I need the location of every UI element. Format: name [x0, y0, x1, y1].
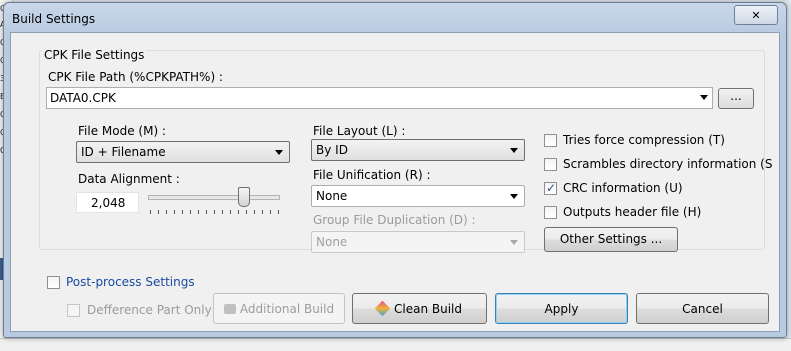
file-unification-label: File Unification (R) : [313, 168, 431, 182]
slider-tick [246, 210, 247, 214]
difference-part-only-label: Defference Part Only [87, 303, 212, 317]
slider-tick [262, 210, 263, 214]
slider-ticks [150, 210, 280, 216]
file-mode-value: ID + Filename [81, 145, 166, 159]
chevron-down-icon [510, 194, 518, 199]
clean-build-icon [374, 300, 391, 317]
data-alignment-label: Data Alignment : [78, 172, 180, 186]
file-layout-label: File Layout (L) : [313, 124, 406, 138]
data-alignment-slider-thumb[interactable] [238, 187, 250, 207]
chevron-down-icon [510, 148, 518, 153]
clean-build-label: Clean Build [394, 302, 462, 316]
difference-part-only-checkbox [67, 304, 80, 317]
file-layout-value: By ID [316, 143, 348, 157]
file-unification-select[interactable]: None [311, 185, 525, 207]
slider-tick [174, 210, 175, 214]
other-settings-button[interactable]: Other Settings ... [544, 227, 678, 252]
chevron-down-icon[interactable] [700, 95, 708, 100]
data-alignment-slider-track[interactable] [148, 195, 280, 200]
slider-tick [230, 210, 231, 214]
slider-tick [198, 210, 199, 214]
additional-build-label: Additional Build [239, 302, 335, 316]
slider-tick [206, 210, 207, 214]
group-file-duplication-select: None [311, 231, 525, 253]
cpk-path-input[interactable]: DATA0.CPK [46, 87, 713, 109]
file-layout-select[interactable]: By ID [311, 139, 525, 161]
slider-tick [254, 210, 255, 214]
group-file-duplication-label: Group File Duplication (D) : [313, 213, 476, 227]
scrambles-directory-checkbox[interactable] [544, 158, 557, 171]
title-bar: Build Settings ✕ [4, 3, 786, 33]
slider-tick [238, 210, 239, 214]
slider-tick [150, 210, 151, 214]
scrambles-directory-label: Scrambles directory information (S [563, 157, 773, 171]
crc-information-label: CRC information (U) [563, 181, 683, 195]
post-process-label[interactable]: Post-process Settings [66, 275, 195, 289]
slider-tick [166, 210, 167, 214]
tries-force-compression-label: Tries force compression (T) [563, 133, 725, 147]
data-alignment-value: 2,048 [91, 196, 126, 210]
data-alignment-value-box: 2,048 [76, 192, 139, 213]
dialog-title: Build Settings [12, 12, 96, 26]
cpk-path-value: DATA0.CPK [50, 91, 116, 105]
background-status-strip [0, 338, 791, 351]
apply-button[interactable]: Apply [495, 293, 628, 324]
close-button[interactable]: ✕ [734, 5, 778, 25]
clean-build-button[interactable]: Clean Build [352, 293, 487, 324]
file-unification-value: None [316, 189, 348, 203]
dialog-client-area: CPK File Settings CPK File Path (%CPKPAT… [10, 32, 780, 332]
slider-tick [214, 210, 215, 214]
slider-tick [278, 210, 279, 214]
file-mode-label: File Mode (M) : [78, 124, 166, 138]
slider-tick [190, 210, 191, 214]
additional-build-button: Additional Build [213, 293, 345, 324]
cpk-path-label: CPK File Path (%CPKPATH%) : [48, 70, 223, 84]
outputs-header-label: Outputs header file (H) [563, 205, 702, 219]
build-settings-dialog: Build Settings ✕ CPK File Settings CPK F… [3, 2, 787, 338]
slider-tick [158, 210, 159, 214]
chevron-down-icon [275, 150, 283, 155]
checkmark-icon: ✓ [546, 181, 557, 195]
tries-force-compression-checkbox[interactable] [544, 134, 557, 147]
file-mode-select[interactable]: ID + Filename [76, 141, 290, 163]
slider-tick [270, 210, 271, 214]
browse-button[interactable]: ... [718, 88, 754, 109]
outputs-header-checkbox[interactable] [544, 206, 557, 219]
crc-information-checkbox[interactable]: ✓ [544, 181, 557, 195]
group-file-duplication-value: None [316, 235, 348, 249]
chevron-down-icon [510, 240, 518, 245]
slider-tick [182, 210, 183, 214]
close-icon: ✕ [751, 8, 761, 22]
group-legend: CPK File Settings [42, 48, 147, 62]
post-process-checkbox[interactable] [47, 276, 60, 289]
slider-tick [222, 210, 223, 214]
build-icon [223, 304, 236, 314]
cancel-button[interactable]: Cancel [636, 293, 769, 324]
